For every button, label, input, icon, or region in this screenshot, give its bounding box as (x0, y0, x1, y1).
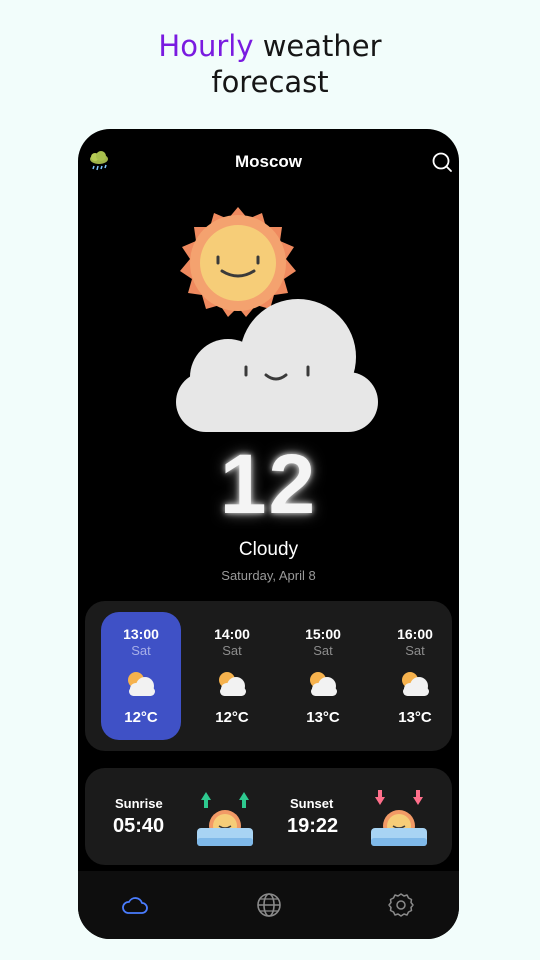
partly-cloudy-icon (310, 672, 337, 696)
hour-card-1[interactable]: 14:00 Sat 12°C (192, 612, 272, 740)
globe-icon[interactable] (255, 891, 283, 919)
current-temperature: 12 (219, 437, 318, 531)
top-bar: Moscow (78, 147, 459, 177)
hour-card-0[interactable]: 13:00 Sat 12°C (101, 612, 181, 740)
hour-day: Sat (405, 643, 425, 658)
hour-temp: 12°C (124, 709, 158, 726)
hour-time: 14:00 (214, 626, 250, 642)
headline-line2: forecast (211, 65, 329, 99)
sunrise-icon (197, 792, 253, 846)
partly-cloudy-icon (219, 672, 246, 696)
sunset-icon (371, 790, 427, 846)
current-date: Saturday, April 8 (221, 568, 316, 583)
headline-accent: Hourly (158, 29, 254, 63)
promo-headline: Hourly weather forecast (0, 28, 540, 100)
cloud-icon[interactable] (121, 891, 149, 919)
sunset-label: Sunset (290, 796, 334, 811)
sun-times-card: Sunrise 05:40 Sunset 19:22 (85, 768, 452, 865)
cloudy-sun-illustration (176, 207, 378, 432)
hour-temp: 12°C (215, 709, 249, 726)
hour-day: Sat (313, 643, 333, 658)
sunrise-label: Sunrise (115, 796, 163, 811)
hourly-forecast: 13:00 Sat 12°C 14:00 Sat 12°C 15:00 Sat … (85, 601, 452, 751)
partly-cloudy-icon (402, 672, 429, 696)
headline-rest: weather (253, 29, 382, 63)
hour-time: 15:00 (305, 626, 341, 642)
bottom-nav (78, 871, 459, 939)
search-icon[interactable] (431, 151, 453, 173)
partly-cloudy-icon (128, 672, 155, 696)
phone-screen: Moscow 12 Cloudy Saturday, April 8 13:00… (78, 129, 459, 939)
sunset-time: 19:22 (287, 815, 339, 837)
gear-icon[interactable] (387, 891, 415, 919)
hour-time: 13:00 (123, 626, 159, 642)
hour-day: Sat (222, 643, 242, 658)
hour-time: 16:00 (397, 626, 433, 642)
hour-card-3[interactable]: 16:00 Sat 13°C (375, 612, 452, 740)
hour-day: Sat (131, 643, 151, 658)
weather-condition: Cloudy (238, 539, 299, 560)
hour-temp: 13°C (398, 709, 432, 726)
cloud-icon (176, 299, 378, 432)
hour-temp: 13°C (306, 709, 340, 726)
city-name: Moscow (234, 152, 303, 171)
sunrise-time: 05:40 (113, 815, 165, 837)
hour-card-2[interactable]: 15:00 Sat 13°C (283, 612, 363, 740)
